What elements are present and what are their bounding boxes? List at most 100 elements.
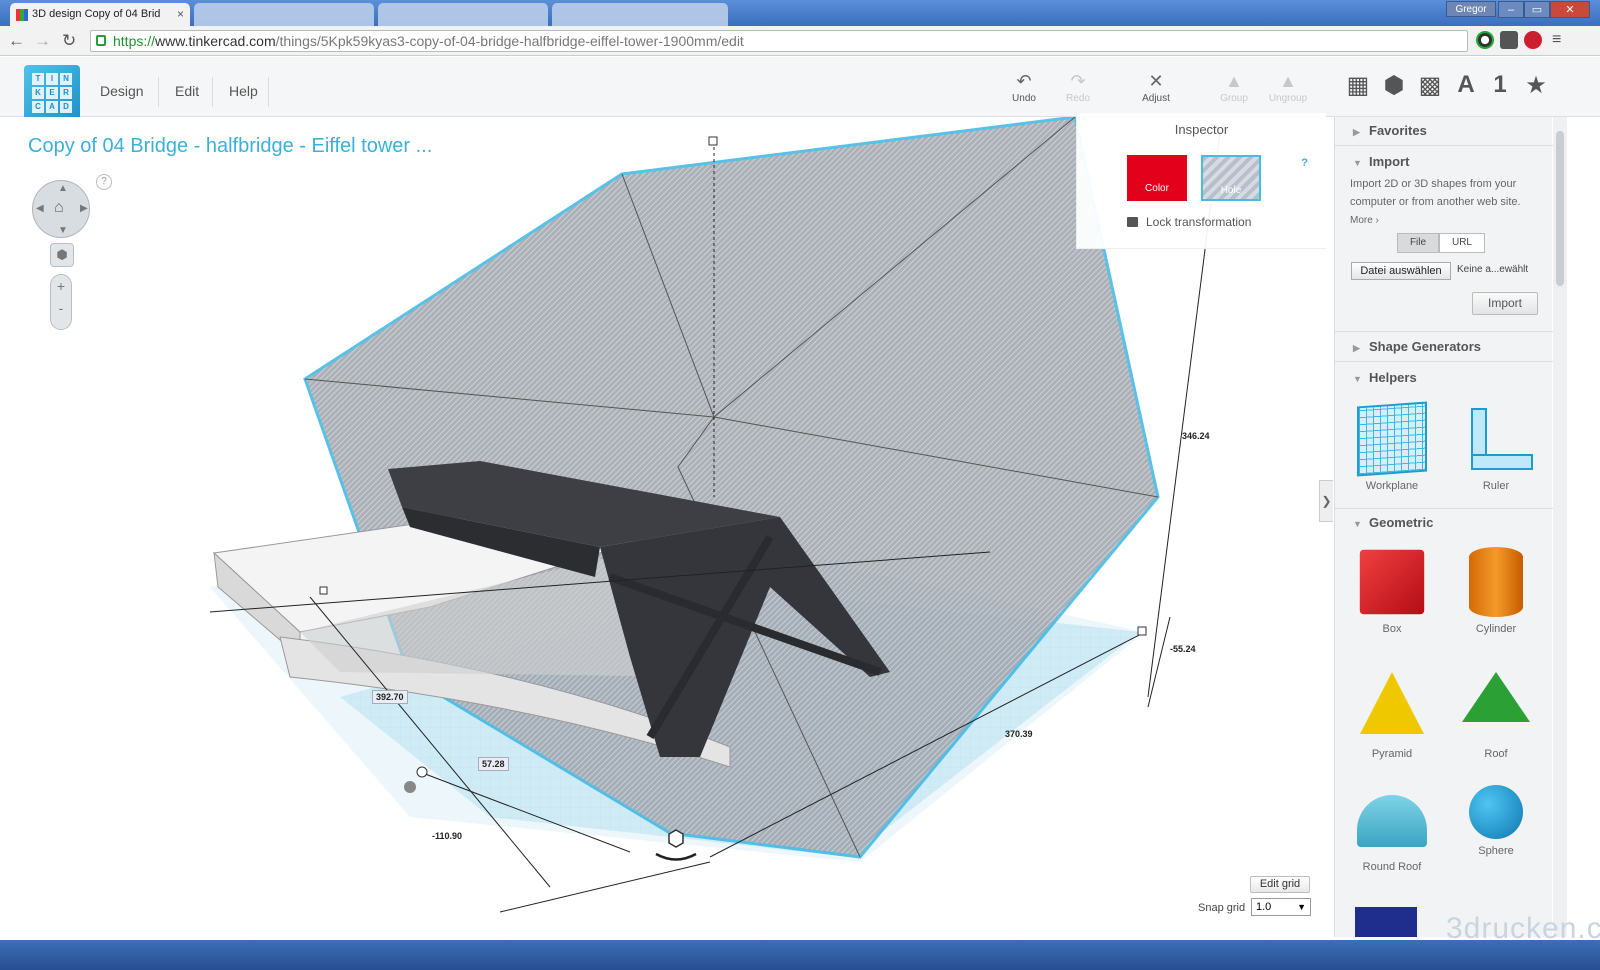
tab-close-icon[interactable]: × [177,7,184,21]
orbit-control[interactable]: ▲ ▼ ◀ ▶ ⌂ [32,180,90,238]
sphere-icon [1469,785,1523,839]
roof-icon [1462,672,1530,722]
shape-round-roof[interactable]: Round Roof [1347,785,1437,873]
shape-cylinder[interactable]: Cylinder [1451,547,1541,635]
sidebar-scrollbar[interactable] [1553,117,1567,937]
zoom-out-button[interactable]: - [51,297,71,319]
reload-button[interactable]: ↻ [62,31,76,51]
dimension-length[interactable]: 392.70 [372,690,408,704]
close-window-button[interactable]: ✕ [1550,1,1590,18]
menu-divider [212,77,213,107]
browser-user-badge[interactable]: Gregor [1446,1,1496,17]
solid-view-icon[interactable]: ⬢ [1379,71,1409,100]
import-button[interactable]: Import [1472,292,1538,315]
menu-divider [158,77,159,107]
view-navigator[interactable]: ▲ ▼ ◀ ▶ ⌂ ? ⬢ + - [32,174,112,330]
dimension-width[interactable]: 370.39 [1005,729,1033,739]
helper-workplane[interactable]: Workplane [1347,401,1437,492]
browser-titlebar: 3D design Copy of 04 Brid × Gregor – ▭ ✕ [0,0,1600,26]
redo-button[interactable]: ↷ Redo [1050,71,1106,104]
color-button[interactable]: Color [1127,155,1187,201]
inspector-help-icon[interactable]: ? [1301,157,1308,169]
expand-right-icon: ▶ [1353,127,1360,137]
nav-help-icon[interactable]: ? [96,174,112,190]
corner-handle [319,586,328,595]
import-url-tab[interactable]: URL [1439,233,1485,253]
shape-sphere[interactable]: Sphere [1451,785,1541,857]
group-button[interactable]: ▲ Group [1206,71,1262,104]
orbit-right-icon[interactable]: ▶ [80,203,88,214]
perspective-cube-icon[interactable]: ⬢ [50,243,74,267]
import-more-link[interactable]: More › [1350,215,1379,226]
ungroup-button[interactable]: ▲ Ungroup [1260,71,1316,104]
text-tool-icon[interactable]: A [1451,71,1481,99]
url-path: /things/5Kpk59kyas3-copy-of-04-bridge-ha… [275,33,744,49]
workplane-icon [1357,401,1427,477]
section-import[interactable]: ▼ Import [1353,154,1409,169]
zoom-in-button[interactable]: + [51,275,71,297]
orbit-up-icon[interactable]: ▲ [58,183,68,194]
dimension-position[interactable]: -110.90 [432,831,462,841]
pinterest-icon[interactable] [1524,31,1542,49]
rotate-arrow [655,852,697,861]
lock-transformation-toggle[interactable]: Lock transformation [1127,215,1251,229]
shape-box[interactable]: Box [1347,547,1437,635]
inspector-title: Inspector [1174,122,1229,137]
pyramid-icon [1360,672,1424,734]
menu-help[interactable]: Help [229,83,258,99]
section-favorites[interactable]: ▶ Favorites [1353,123,1427,138]
hole-button[interactable]: Hole [1199,153,1263,203]
helper-ruler[interactable]: Ruler [1451,404,1541,492]
number-tool-icon[interactable]: 1 [1485,71,1515,99]
extension-icon[interactable] [1476,31,1494,49]
home-view-icon[interactable]: ⌂ [54,199,64,217]
zoom-control[interactable]: + - [50,274,72,330]
url-input[interactable]: https://www.tinkercad.com/things/5Kpk59k… [90,30,1468,52]
forward-button[interactable]: → [34,31,51,51]
choose-file-button[interactable]: Datei auswählen [1351,262,1451,280]
import-file-tab[interactable]: File [1397,233,1439,253]
wireframe-view-icon[interactable]: ▩ [1415,71,1445,100]
tab-inactive[interactable] [194,3,374,26]
tab-inactive[interactable] [552,3,728,26]
collapse-sidebar-icon[interactable]: ❯ [1319,480,1333,522]
shape-partial-icon[interactable] [1355,907,1417,937]
divider [1335,361,1553,362]
snap-grid-select[interactable]: 1.0 ▼ [1251,898,1311,916]
redo-icon: ↷ [1070,71,1086,91]
tab-title: 3D design Copy of 04 Brid [32,8,161,20]
undo-button[interactable]: ↶ Undo [996,71,1052,104]
orbit-left-icon[interactable]: ◀ [36,203,44,214]
tab-inactive[interactable] [378,3,548,26]
section-helpers[interactable]: ▼ Helpers [1353,370,1417,385]
tab-active[interactable]: 3D design Copy of 04 Brid × [10,3,190,26]
scrollbar-thumb[interactable] [1556,131,1564,286]
grid-view-icon[interactable]: ▦ [1343,71,1373,100]
box-icon [1359,549,1425,615]
shape-pyramid[interactable]: Pyramid [1347,672,1437,760]
section-shape-generators[interactable]: ▶ Shape Generators [1353,339,1481,354]
undo-icon: ↶ [1016,71,1032,91]
edit-grid-button[interactable]: Edit grid [1250,876,1310,893]
dimension-height[interactable]: 346.24 [1182,431,1210,441]
import-description: Import 2D or 3D shapes from your compute… [1350,178,1521,226]
adjust-button[interactable]: ✕ Adjust [1128,71,1184,104]
dimension-offset[interactable]: 57.28 [478,757,509,771]
favorite-star-icon[interactable]: ★ [1521,71,1551,100]
section-geometric[interactable]: ▼ Geometric [1353,515,1433,530]
corner-handle [416,766,428,778]
menu-edit[interactable]: Edit [175,83,199,99]
menu-design[interactable]: Design [100,83,144,99]
minimize-button[interactable]: – [1498,1,1524,18]
extension-icon[interactable] [1500,31,1518,49]
shape-roof[interactable]: Roof [1451,672,1541,760]
tinkercad-logo[interactable]: TIN KER CAD [24,65,80,121]
browser-menu-icon[interactable]: ≡ [1552,31,1561,49]
dimension-elevation[interactable]: -55.24 [1170,644,1196,654]
maximize-button[interactable]: ▭ [1524,1,1550,18]
back-button[interactable]: ← [8,31,25,51]
menu-divider [268,77,269,107]
ssl-lock-icon [96,35,106,46]
orbit-down-icon[interactable]: ▼ [58,225,68,236]
design-title[interactable]: Copy of 04 Bridge - halfbridge - Eiffel … [28,135,432,158]
